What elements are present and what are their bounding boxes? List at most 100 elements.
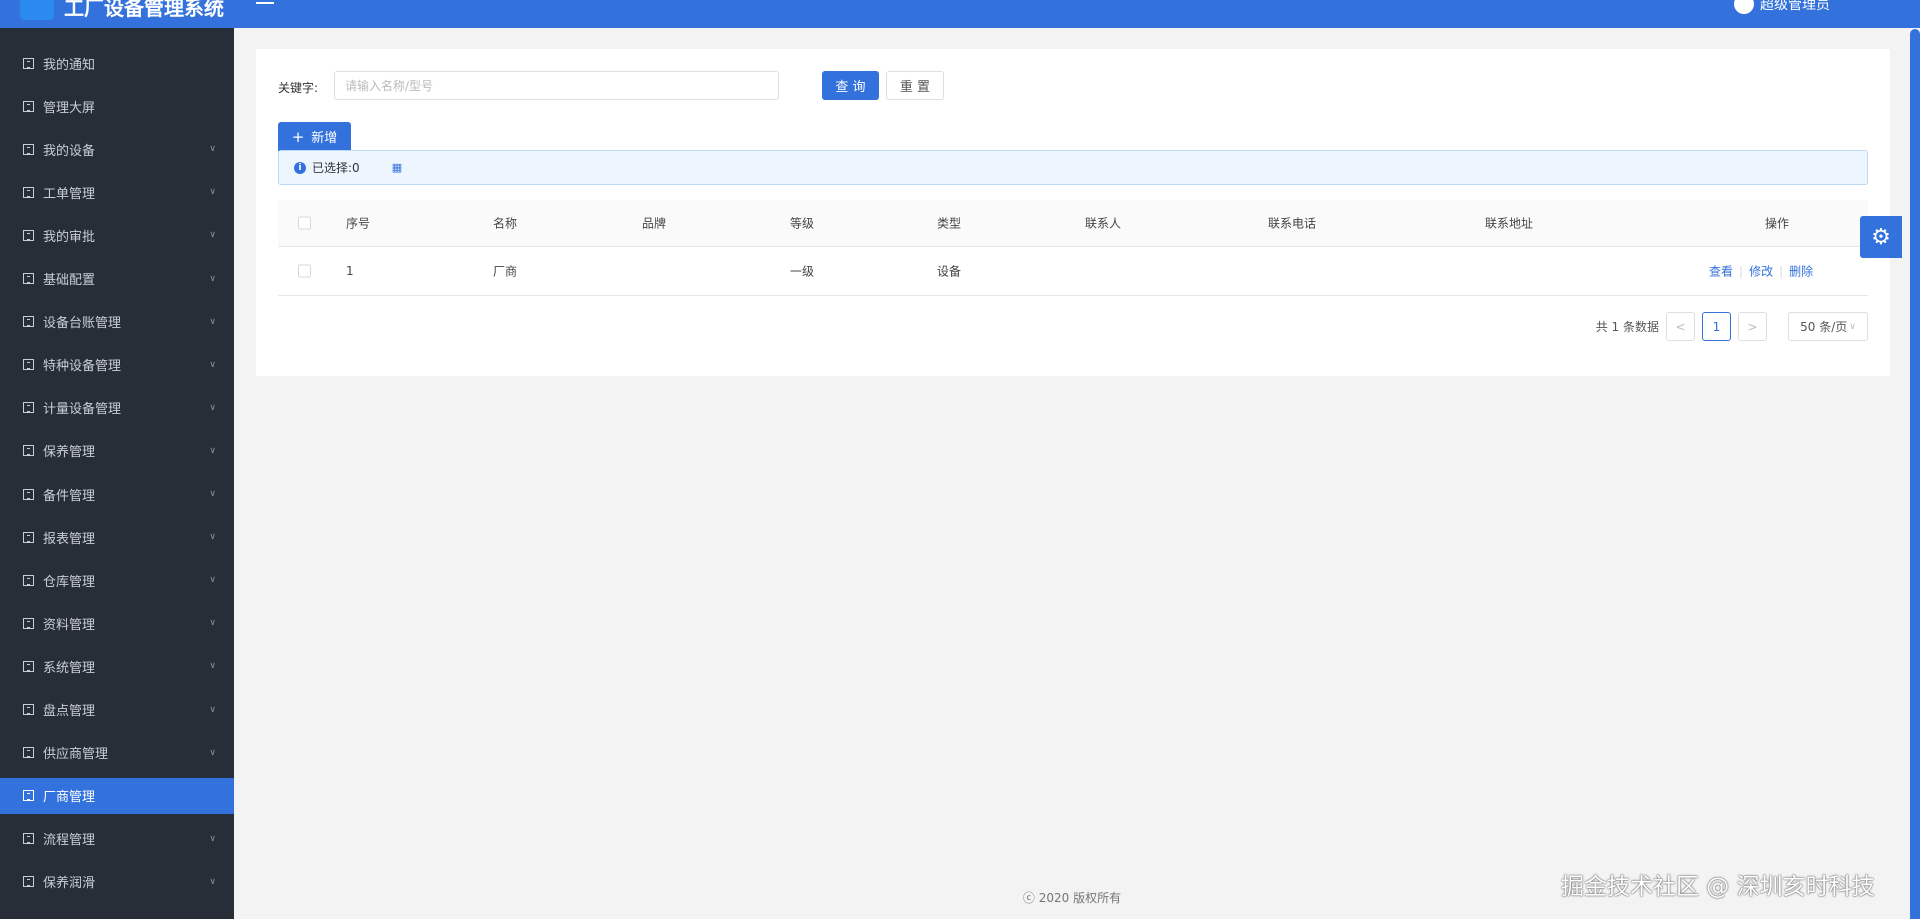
sidebar-item[interactable]: 备件管理 ∨ xyxy=(0,476,234,512)
sidebar-item-label: 资料管理 xyxy=(43,617,96,633)
total-count: 共 1 条数据 xyxy=(1595,320,1659,334)
menu-icon xyxy=(23,660,34,672)
chevron-down-icon: ∨ xyxy=(209,316,216,327)
column-settings-icon[interactable]: ▦ xyxy=(392,161,402,174)
page-size-select[interactable]: 50 条/页 ∨ xyxy=(1788,312,1868,341)
keyword-label: 关键字: xyxy=(278,81,319,95)
settings-gear-button[interactable]: ⚙ xyxy=(1860,216,1902,258)
sidebar-item[interactable]: 厂商管理 xyxy=(0,777,234,814)
chevron-down-icon: ∨ xyxy=(209,575,216,586)
page-1-button[interactable]: 1 xyxy=(1702,312,1731,341)
sidebar-item[interactable]: 流程管理 ∨ xyxy=(0,821,234,857)
select-all-checkbox[interactable] xyxy=(298,216,311,230)
sidebar-item-label: 备件管理 xyxy=(43,488,96,504)
avatar xyxy=(1734,0,1754,14)
sidebar: 我的通知管理大屏我的设备 ∨ 工单管理 ∨ 我的审批 ∨ 基础配置 ∨ 设备台账管理 ∨ 特种设备管… xyxy=(0,28,234,919)
chevron-down-icon: ∨ xyxy=(209,489,216,499)
sidebar-item[interactable]: 报表管理 ∨ xyxy=(0,519,234,555)
column-header: 名称 xyxy=(493,216,518,231)
sidebar-item-label: 我的审批 xyxy=(43,229,96,245)
chevron-down-icon: ∨ xyxy=(209,661,216,672)
sidebar-item-label: 工单管理 xyxy=(43,186,96,202)
chevron-down-icon: ∨ xyxy=(209,618,216,629)
sidebar-item[interactable]: 工单管理 ∨ xyxy=(0,174,234,210)
action-0-link[interactable]: 查看 xyxy=(1709,265,1733,279)
menu-icon xyxy=(23,57,34,69)
sidebar-item[interactable]: 基础配置 ∨ xyxy=(0,261,234,297)
sidebar-item-label: 计量设备管理 xyxy=(43,402,122,418)
column-header: 联系地址 xyxy=(1485,216,1534,231)
row-actions: 查看 | 修改 | 删除 xyxy=(1709,263,1813,280)
action-1-link[interactable]: 修改 xyxy=(1749,265,1773,279)
scrollbar[interactable] xyxy=(1910,29,1920,919)
sidebar-item-label: 保养润滑 xyxy=(43,876,96,892)
menu-icon xyxy=(23,833,34,845)
selection-alert: i 已选择:0 ▦ xyxy=(278,150,1868,185)
sidebar-item-label: 我的设备 xyxy=(43,143,96,159)
pagination: 共 1 条数据 < 1 > 50 条/页 ∨ xyxy=(1596,312,1868,341)
query-button[interactable]: 查 询 xyxy=(822,71,879,100)
sidebar-item-label: 我的通知 xyxy=(43,57,96,73)
table-cell: 一级 xyxy=(790,264,815,279)
table-row: 1 厂商 一级 设备 查看 | 修改 | 删除 xyxy=(278,247,1868,296)
user-name: 超级管理员 xyxy=(1760,0,1830,13)
menu-icon xyxy=(23,574,34,586)
chevron-down-icon: ∨ xyxy=(209,359,216,370)
sidebar-item[interactable]: 系统管理 ∨ xyxy=(0,648,234,684)
menu-icon xyxy=(23,316,34,328)
sidebar-item[interactable]: 盘点管理 ∨ xyxy=(0,692,234,728)
menu-toggle-icon[interactable] xyxy=(256,2,274,4)
chevron-down-icon: ∨ xyxy=(209,532,216,543)
sidebar-item-label: 仓库管理 xyxy=(43,574,96,590)
sidebar-item[interactable]: 管理大屏 xyxy=(0,88,234,124)
row-checkbox[interactable] xyxy=(298,264,311,278)
menu-icon xyxy=(23,531,34,543)
sidebar-item[interactable]: 我的通知 xyxy=(0,45,234,81)
menu-icon xyxy=(23,359,34,371)
menu-icon xyxy=(23,186,34,198)
chevron-down-icon: ∨ xyxy=(209,187,216,198)
column-header: 序号 xyxy=(346,216,371,231)
info-icon: i xyxy=(294,161,306,174)
sidebar-item[interactable]: 保养润滑 ∨ xyxy=(0,864,234,900)
sidebar-item[interactable]: 我的审批 ∨ xyxy=(0,217,234,253)
prev-page-button[interactable]: < xyxy=(1666,312,1695,341)
plus-icon: + xyxy=(291,127,305,146)
chevron-down-icon: ∨ xyxy=(209,144,216,155)
chevron-down-icon: ∨ xyxy=(1849,321,1856,332)
sidebar-item-label: 流程管理 xyxy=(43,833,96,849)
menu-icon xyxy=(23,617,34,629)
column-header: 类型 xyxy=(937,216,962,231)
next-page-button[interactable]: > xyxy=(1738,312,1767,341)
watermark: 掘金技术社区 @ 深圳亥时科技 xyxy=(1561,874,1875,900)
sidebar-item[interactable]: 保养管理 ∨ xyxy=(0,433,234,469)
sidebar-item-label: 报表管理 xyxy=(43,531,96,547)
divider: | xyxy=(1779,264,1784,279)
table-cell: 1 xyxy=(346,264,354,278)
divider: | xyxy=(1739,264,1744,279)
user-menu[interactable]: 超级管理员 xyxy=(1734,0,1830,14)
sidebar-item[interactable]: 仓库管理 ∨ xyxy=(0,562,234,598)
sidebar-item-label: 特种设备管理 xyxy=(43,359,122,375)
action-2-link[interactable]: 删除 xyxy=(1789,265,1813,279)
sidebar-item[interactable]: 设备台账管理 ∨ xyxy=(0,304,234,340)
chevron-down-icon: ∨ xyxy=(209,402,216,413)
reset-button[interactable]: 重 置 xyxy=(886,71,944,100)
sidebar-item[interactable]: 供应商管理 ∨ xyxy=(0,735,234,771)
menu-icon xyxy=(23,445,34,457)
column-header: 联系电话 xyxy=(1268,216,1317,231)
sidebar-item[interactable]: 特种设备管理 ∨ xyxy=(0,347,234,383)
chevron-down-icon: ∨ xyxy=(209,230,216,241)
menu-icon xyxy=(23,488,34,500)
page-size-value: 50 条/页 xyxy=(1800,320,1848,334)
table-cell: 设备 xyxy=(937,264,962,279)
sidebar-item[interactable]: 资料管理 ∨ xyxy=(0,605,234,641)
sidebar-item-label: 厂商管理 xyxy=(43,790,96,806)
sidebar-item[interactable]: 计量设备管理 ∨ xyxy=(0,390,234,426)
menu-icon xyxy=(23,229,34,241)
add-button[interactable]: + 新增 xyxy=(278,122,351,151)
logo xyxy=(20,0,54,20)
keyword-input[interactable] xyxy=(334,71,779,100)
sidebar-item[interactable]: 我的设备 ∨ xyxy=(0,131,234,167)
gear-icon: ⚙ xyxy=(1871,224,1891,250)
